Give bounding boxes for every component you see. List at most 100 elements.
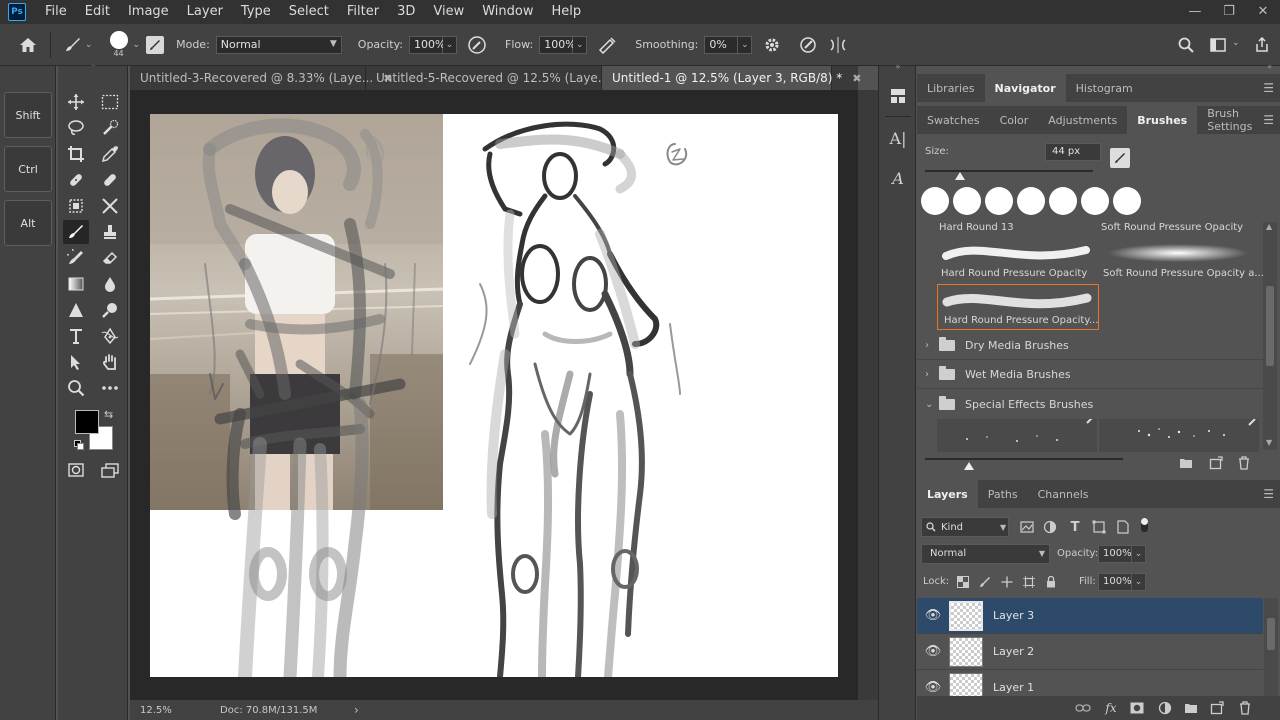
layer-thumbnail[interactable] [949, 636, 983, 667]
tab-layers[interactable]: Layers [917, 480, 978, 508]
brush-preset-soft-round-pressure-opacity-a[interactable]: Soft Round Pressure Opacity a... [1099, 236, 1263, 282]
character-panel-icon[interactable]: A| [886, 126, 910, 150]
tab-untitled-5[interactable]: Untitled-5-Recovered @ 12.5% (Laye... ✖ [366, 66, 628, 90]
screen-mode-icon[interactable] [97, 458, 123, 482]
recent-brush-7[interactable] [1113, 187, 1141, 215]
panel-menu-icon[interactable]: ☰ [1263, 487, 1274, 501]
brush-folder-special-effects[interactable]: ⌄ Special Effects Brushes [917, 390, 1263, 418]
create-new-brush-icon[interactable] [1205, 452, 1227, 474]
tab-brushes[interactable]: Brushes [1127, 106, 1198, 134]
brush-settings-toggle-icon[interactable] [146, 35, 165, 54]
menu-view[interactable]: View [424, 0, 473, 24]
ctrl-key-button[interactable]: Ctrl [4, 146, 52, 192]
brush-folder-wet-media[interactable]: › Wet Media Brushes [917, 361, 1263, 389]
scroll-thumb[interactable] [1267, 618, 1275, 650]
swap-colors-icon[interactable]: ⇆ [104, 408, 113, 421]
brush-size-input[interactable]: 44 px [1045, 143, 1101, 161]
shift-key-button[interactable]: Shift [4, 92, 52, 138]
eyedropper-tool-icon[interactable] [97, 142, 123, 166]
symmetry-icon[interactable] [826, 33, 850, 57]
filter-toggle[interactable] [1141, 518, 1148, 532]
adjustment-layer-icon[interactable] [1153, 696, 1177, 720]
tab-channels[interactable]: Channels [1028, 480, 1099, 508]
filter-type-icon[interactable]: T [1063, 515, 1087, 539]
layer-thumbnail[interactable] [949, 600, 983, 631]
marquee-tool-icon[interactable] [97, 90, 123, 114]
scroll-down-icon[interactable]: ▼ [1266, 438, 1272, 447]
menu-filter[interactable]: Filter [338, 0, 388, 24]
canvas-vertical-scrollbar[interactable] [858, 90, 878, 700]
close-icon[interactable]: ✕ [1246, 0, 1280, 22]
close-icon[interactable]: ✖ [852, 72, 861, 85]
layers-scrollbar[interactable] [1264, 598, 1278, 696]
airbrush-icon[interactable] [595, 33, 619, 57]
dodge-tool-icon[interactable] [97, 298, 123, 322]
pressure-size-icon[interactable] [796, 33, 820, 57]
hand-tool-icon[interactable] [97, 350, 123, 374]
link-layers-icon[interactable] [1071, 696, 1095, 720]
restore-icon[interactable]: ❐ [1212, 0, 1246, 22]
chevron-down-icon[interactable]: ⌄ [1132, 573, 1146, 591]
blur-tool-icon[interactable] [97, 272, 123, 296]
minimize-icon[interactable]: — [1178, 0, 1212, 22]
share-icon[interactable] [1250, 33, 1274, 57]
panel-menu-icon[interactable]: ☰ [1263, 81, 1274, 95]
tab-navigator[interactable]: Navigator [984, 74, 1066, 102]
workspace-icon[interactable] [1206, 33, 1230, 57]
new-group-folder-icon[interactable] [1179, 696, 1203, 720]
lock-position-icon[interactable] [995, 570, 1019, 594]
flow-dropdown-icon[interactable]: ⌄ [573, 35, 588, 54]
tab-histogram[interactable]: Histogram [1066, 74, 1143, 102]
gear-icon[interactable] [760, 33, 784, 57]
recent-brush-1[interactable] [921, 187, 949, 215]
opacity-dropdown-icon[interactable]: ⌄ [443, 35, 457, 54]
new-layer-icon[interactable] [1205, 696, 1229, 720]
smoothing-dropdown-icon[interactable]: ⌄ [738, 35, 753, 54]
bandaid-tool-icon[interactable] [97, 168, 123, 192]
layer-style-fx-icon[interactable]: fx [1099, 696, 1123, 720]
recent-brush-4[interactable] [1017, 187, 1045, 215]
search-icon[interactable] [1174, 33, 1198, 57]
chevron-down-icon[interactable]: ⌄ [133, 40, 141, 50]
eye-icon[interactable]: 👁 [917, 608, 949, 623]
tab-paths[interactable]: Paths [978, 480, 1028, 508]
scroll-up-icon[interactable]: ▲ [1266, 222, 1272, 231]
chevron-right-icon[interactable]: › [354, 703, 359, 717]
menu-edit[interactable]: Edit [76, 0, 119, 24]
opacity-input[interactable]: 100% [409, 35, 445, 54]
chevron-down-icon[interactable]: ⌄ [85, 40, 93, 50]
home-icon[interactable] [16, 33, 40, 57]
history-brush-tool-icon[interactable] [63, 246, 89, 270]
lock-transparent-icon[interactable] [951, 570, 975, 594]
layer-kind-filter[interactable]: Kind ▼ [921, 517, 1009, 537]
menu-select[interactable]: Select [280, 0, 338, 24]
menu-type[interactable]: Type [232, 0, 280, 24]
brush-preset-hard-round-pressure-opacity[interactable]: Hard Round Pressure Opacity [937, 236, 1097, 282]
layer-name[interactable]: Layer 2 [993, 645, 1034, 658]
move-tool-icon[interactable] [63, 90, 89, 114]
tab-adjustments[interactable]: Adjustments [1038, 106, 1127, 134]
filter-shape-icon[interactable] [1087, 515, 1111, 539]
brush-size-slider[interactable] [925, 170, 1093, 172]
slider-handle[interactable] [955, 172, 965, 180]
slider-handle[interactable] [964, 462, 974, 470]
tab-swatches[interactable]: Swatches [917, 106, 990, 134]
canvas-area[interactable] [130, 90, 858, 700]
add-mask-icon[interactable] [1125, 696, 1149, 720]
menu-help[interactable]: Help [543, 0, 591, 24]
menu-image[interactable]: Image [119, 0, 178, 24]
properties-panel-icon[interactable] [886, 84, 910, 108]
zoom-tool-icon[interactable] [63, 376, 89, 400]
eye-icon[interactable]: 👁 [917, 680, 949, 695]
collapse-panels-icon[interactable]: » [879, 62, 917, 71]
quick-mask-icon[interactable] [63, 458, 89, 482]
lock-image-icon[interactable] [973, 570, 997, 594]
chevron-down-icon[interactable]: ⌄ [1132, 545, 1146, 563]
fill-input[interactable]: 100% [1098, 573, 1132, 591]
tab-untitled-1[interactable]: Untitled-1 @ 12.5% (Layer 3, RGB/8) * ✖ [602, 66, 861, 90]
lasso-tool-icon[interactable] [63, 116, 89, 140]
filter-adjustment-icon[interactable] [1038, 515, 1062, 539]
trash-icon[interactable] [1233, 696, 1257, 720]
gradient-tool-icon[interactable] [63, 272, 89, 296]
brush-tool-icon[interactable] [63, 220, 89, 244]
